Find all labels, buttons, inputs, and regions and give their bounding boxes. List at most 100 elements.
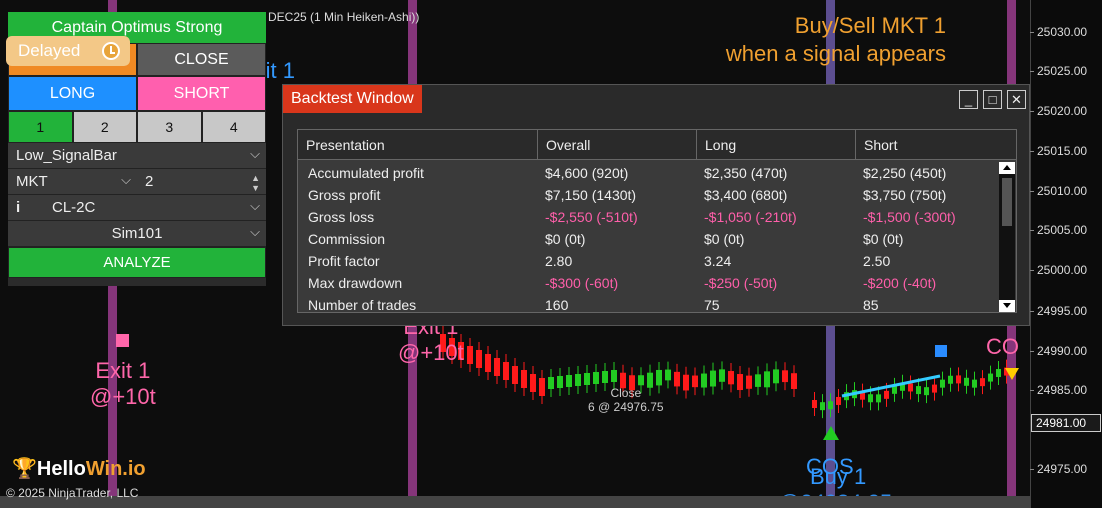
- order-type-value: MKT: [16, 173, 48, 190]
- chevron-down-icon: ⌵: [250, 146, 260, 161]
- table-cell: Commission: [308, 231, 386, 247]
- signal-select[interactable]: Low_SignalBar ⌵: [8, 143, 266, 169]
- close-button[interactable]: CLOSE: [137, 43, 266, 76]
- column-header[interactable]: Short: [856, 130, 1016, 160]
- exit-left-line2: @+10t: [90, 384, 156, 409]
- account-select[interactable]: Sim101 ⌵: [8, 221, 266, 247]
- long-button[interactable]: LONG: [8, 76, 137, 111]
- logo-win: Win.io: [85, 458, 146, 480]
- candle-body: [494, 358, 500, 376]
- short-button[interactable]: SHORT: [137, 76, 266, 111]
- candle-body: [972, 379, 977, 388]
- table-cell: $3,400 (680t): [704, 187, 788, 203]
- table-cell: $0 (0t): [863, 231, 904, 247]
- exit-left-line1: Exit 1: [95, 358, 151, 383]
- clock-icon: [102, 42, 120, 60]
- minimize-icon[interactable]: _: [959, 90, 978, 109]
- table-cell: $7,150 (1430t): [545, 187, 637, 203]
- candle-body: [916, 386, 921, 395]
- scroll-down-icon[interactable]: [999, 300, 1015, 312]
- price-tick: 25000.00: [1030, 263, 1102, 277]
- table-cell: -$1,050 (-210t): [704, 209, 797, 225]
- candle-body: [539, 378, 545, 396]
- chevron-down-icon: ⌵: [121, 172, 131, 187]
- candle-body: [719, 369, 725, 382]
- buy-sell-line2: when a signal appears: [725, 41, 946, 66]
- table-row[interactable]: Number of trades 160 75 85: [298, 294, 998, 316]
- candle-body: [932, 384, 937, 393]
- chevron-down-icon: ⌵: [250, 224, 260, 239]
- instrument-select[interactable]: i CL-2C ⌵: [8, 195, 266, 221]
- maximize-icon[interactable]: □: [983, 90, 1002, 109]
- column-header[interactable]: Long: [697, 130, 856, 160]
- table-row[interactable]: Gross profit $7,150 (1430t) $3,400 (680t) $…: [298, 184, 998, 206]
- table-cell: $2,250 (450t): [863, 165, 947, 181]
- price-tick: 24975.00: [1030, 462, 1102, 476]
- table-row[interactable]: Accumulated profit $4,600 (920t) $2,350 (4…: [298, 162, 998, 184]
- candle-body: [611, 370, 617, 382]
- candle-body: [884, 390, 889, 399]
- table-row[interactable]: Commission $0 (0t) $0 (0t) $0 (0t): [298, 228, 998, 250]
- candle-body: [584, 373, 590, 385]
- delayed-badge[interactable]: Delayed: [6, 36, 130, 66]
- price-tick: 25005.00: [1030, 223, 1102, 237]
- close-icon[interactable]: ✕: [1007, 90, 1026, 109]
- analyze-button[interactable]: ANALYZE: [8, 247, 266, 278]
- candle-body: [812, 400, 817, 408]
- candle-body: [512, 366, 518, 384]
- candle-body: [638, 375, 644, 386]
- table-cell: 3.24: [704, 253, 732, 269]
- buy1-label: Buy 1: [810, 464, 867, 489]
- current-price-marker: 24981.00: [1031, 414, 1101, 432]
- scroll-up-icon[interactable]: [999, 162, 1015, 174]
- tab-3[interactable]: 3: [137, 111, 202, 143]
- scrollbar[interactable]: [999, 162, 1015, 312]
- tab-2[interactable]: 2: [72, 111, 137, 143]
- table-row[interactable]: Max drawdown -$300 (-60t) -$250 (-50t) -$20…: [298, 272, 998, 294]
- table-cell: Number of trades: [308, 297, 417, 313]
- stepper-icon[interactable]: ▲ ▼: [251, 173, 260, 193]
- buy-arrow-icon: [823, 426, 839, 440]
- tab-4[interactable]: 4: [201, 111, 266, 143]
- table-cell: 85: [863, 297, 879, 313]
- target-marker-icon: [935, 345, 947, 357]
- column-header[interactable]: Overall: [538, 130, 697, 160]
- table-cell: -$1,500 (-300t): [863, 209, 956, 225]
- exit-label-left: Exit 1 @+10t: [90, 358, 156, 410]
- price-tick: 24985.00: [1030, 383, 1102, 397]
- candle-body: [503, 362, 509, 380]
- table-cell: $2,350 (470t): [704, 165, 788, 181]
- info-icon[interactable]: i: [16, 199, 40, 216]
- table-cell: -$200 (-40t): [863, 275, 937, 291]
- price-tick: 25010.00: [1030, 184, 1102, 198]
- column-header[interactable]: Presentation: [298, 130, 538, 160]
- backtest-window-title: Backtest Window: [283, 85, 422, 113]
- table-row[interactable]: Gross loss -$2,550 (-510t) -$1,050 (-210t)…: [298, 206, 998, 228]
- candle-body: [791, 373, 797, 389]
- scroll-thumb[interactable]: [1002, 178, 1012, 226]
- candle-body: [956, 375, 961, 384]
- table-row[interactable]: Profit factor 2.80 3.24 2.50: [298, 250, 998, 272]
- close-annotation: Close 6 @ 24976.75: [588, 386, 664, 414]
- buy-sell-line1: Buy/Sell MKT 1: [794, 13, 946, 38]
- table-cell: 160: [545, 297, 569, 313]
- candle-body: [773, 369, 779, 384]
- candle-body: [996, 369, 1001, 378]
- candle-body: [737, 374, 743, 391]
- candle-body: [683, 374, 689, 391]
- table-cell: 2.80: [545, 253, 573, 269]
- candle-body: [764, 371, 770, 388]
- quantity-stepper[interactable]: 2 ▲ ▼: [137, 169, 266, 195]
- instrument-label: DEC25 (1 Min Heiken-Ashi)): [268, 10, 420, 24]
- co-label: CO: [986, 334, 1019, 359]
- candle-body: [665, 369, 671, 381]
- order-type-select[interactable]: MKT ⌵: [8, 169, 137, 195]
- table-cell: Gross loss: [308, 209, 375, 225]
- candle-body: [656, 369, 662, 386]
- candle-body: [876, 394, 881, 403]
- candle-body: [602, 371, 608, 383]
- table-cell: Accumulated profit: [308, 165, 424, 181]
- candle-body: [521, 370, 527, 388]
- tab-1[interactable]: 1: [8, 111, 73, 143]
- close-annotation-line1: Close: [610, 386, 642, 400]
